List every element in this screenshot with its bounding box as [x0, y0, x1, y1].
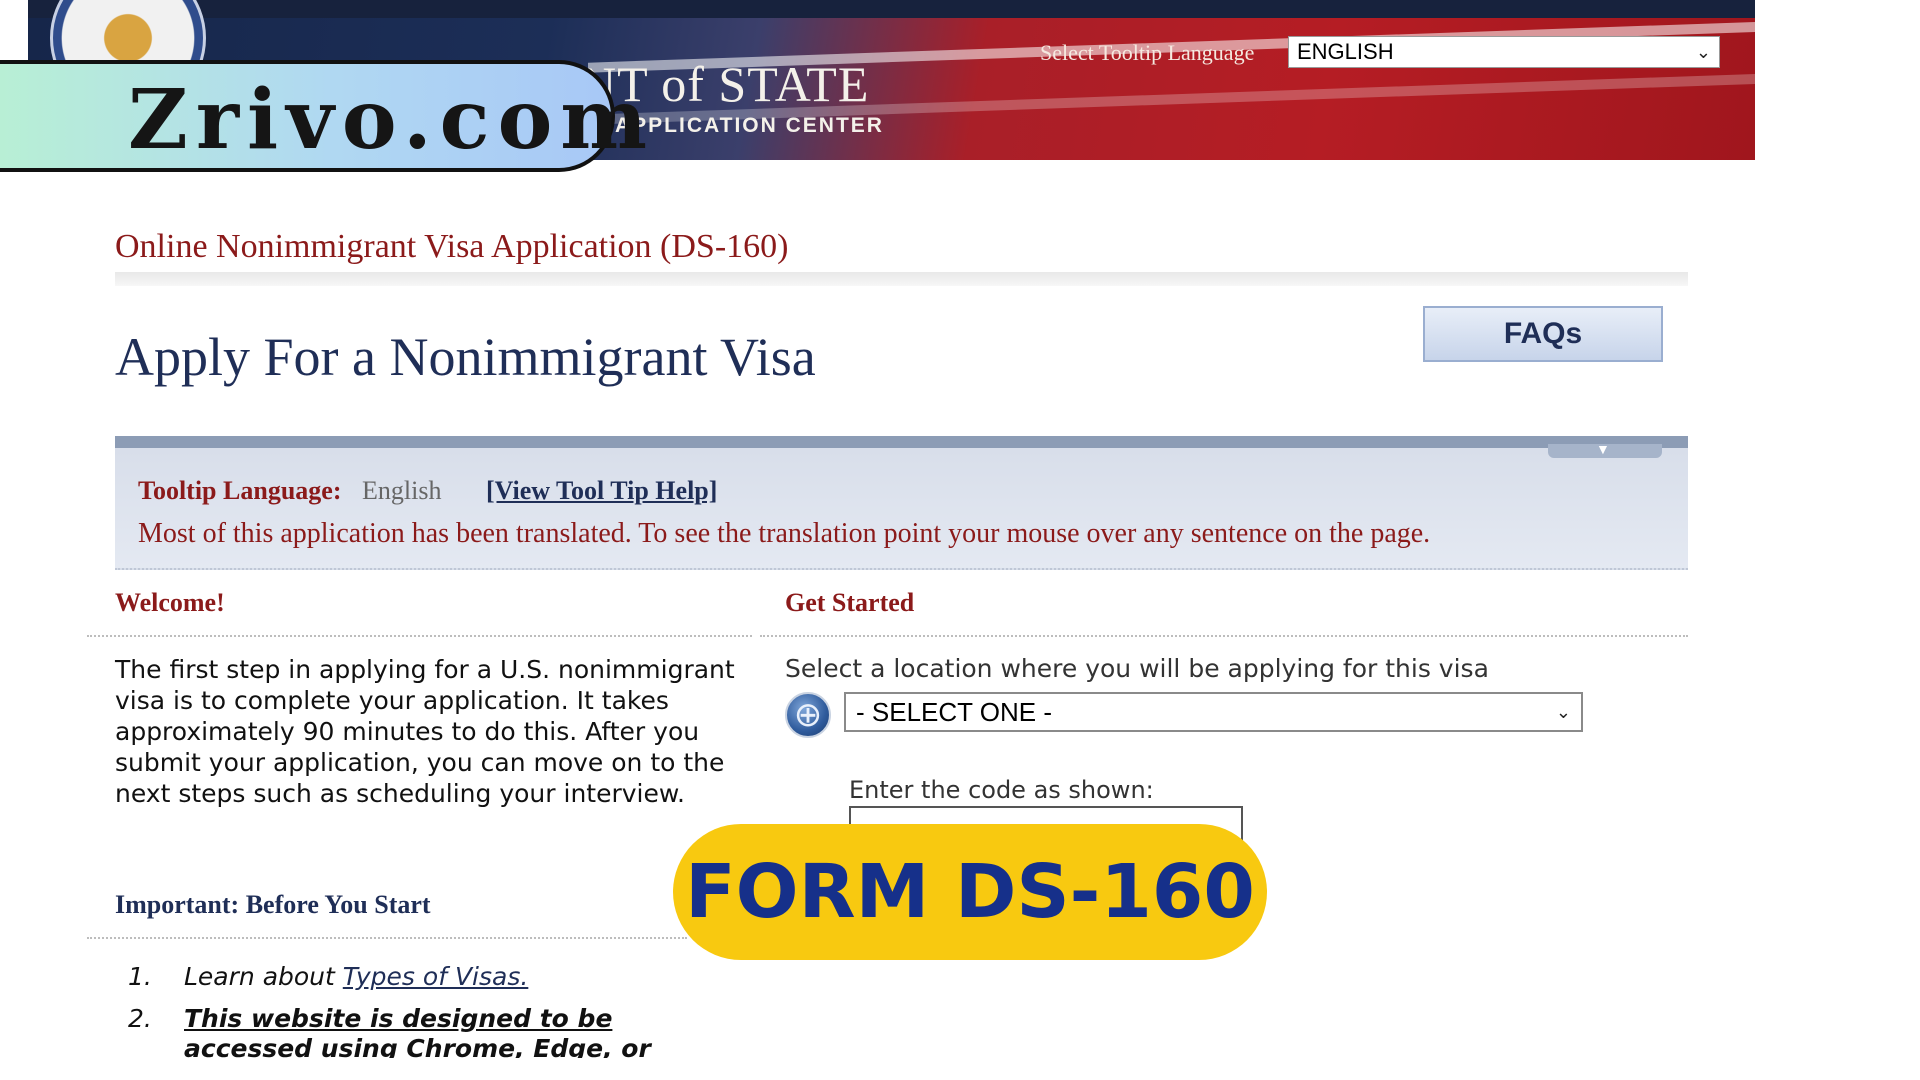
banner-top-line: [28, 0, 1755, 18]
tooltip-language-label: Tooltip Language:: [138, 476, 342, 505]
view-tooltip-help-link[interactable]: [View Tool Tip Help]: [486, 476, 717, 506]
form-badge-text: FORM DS-160: [685, 849, 1255, 935]
captcha-label: Enter the code as shown:: [849, 776, 1154, 804]
bottom-crop: [0, 1058, 1920, 1080]
tooltip-language-select[interactable]: ENGLISH ⌄: [1288, 36, 1720, 68]
important-heading: Important: Before You Start: [115, 890, 431, 919]
types-of-visas-link[interactable]: Types of Visas.: [343, 962, 529, 991]
faqs-button[interactable]: FAQs: [1423, 306, 1663, 362]
location-select[interactable]: - SELECT ONE - ⌄: [844, 692, 1583, 732]
important-divider: [87, 937, 687, 939]
globe-icon: ⊕: [785, 692, 831, 738]
watermark-text: Zrivo.com: [128, 72, 656, 168]
tooltip-panel: [115, 448, 1688, 570]
step-number: 1.: [128, 962, 152, 991]
page-heading: Apply For a Nonimmigrant Visa: [115, 327, 816, 387]
caret-down-icon: ▼: [1596, 441, 1610, 457]
get-started-divider: [760, 635, 1688, 637]
step-number: 2.: [128, 1004, 152, 1033]
agency-subtitle: APPLICATION CENTER: [615, 114, 884, 137]
welcome-text: The first step in applying for a U.S. no…: [115, 655, 735, 808]
tooltip-panel-bar: [115, 436, 1688, 448]
tooltip-language-value: English: [362, 476, 442, 505]
translation-note: Most of this application has been transl…: [138, 518, 1431, 549]
tooltip-language-select-value: ENGLISH: [1297, 39, 1394, 64]
get-started-heading: Get Started: [785, 588, 915, 617]
welcome-divider: [87, 635, 752, 637]
chevron-down-icon: ⌄: [1695, 41, 1711, 62]
tooltip-language-select-label: Select Tooltip Language: [1040, 40, 1255, 65]
application-title: Online Nonimmigrant Visa Application (DS…: [115, 228, 789, 265]
location-label: Select a location where you will be appl…: [785, 654, 1489, 683]
chevron-down-icon: ⌄: [1555, 701, 1571, 722]
welcome-heading: Welcome!: [115, 588, 225, 617]
step-item: Learn about Types of Visas.: [184, 962, 528, 991]
title-divider: [115, 272, 1688, 286]
step-text: Learn about: [184, 962, 343, 991]
location-select-value: - SELECT ONE -: [856, 696, 1053, 727]
form-badge: FORM DS-160: [673, 824, 1267, 960]
browser-notice-link[interactable]: This website is designed to be: [184, 1004, 612, 1033]
